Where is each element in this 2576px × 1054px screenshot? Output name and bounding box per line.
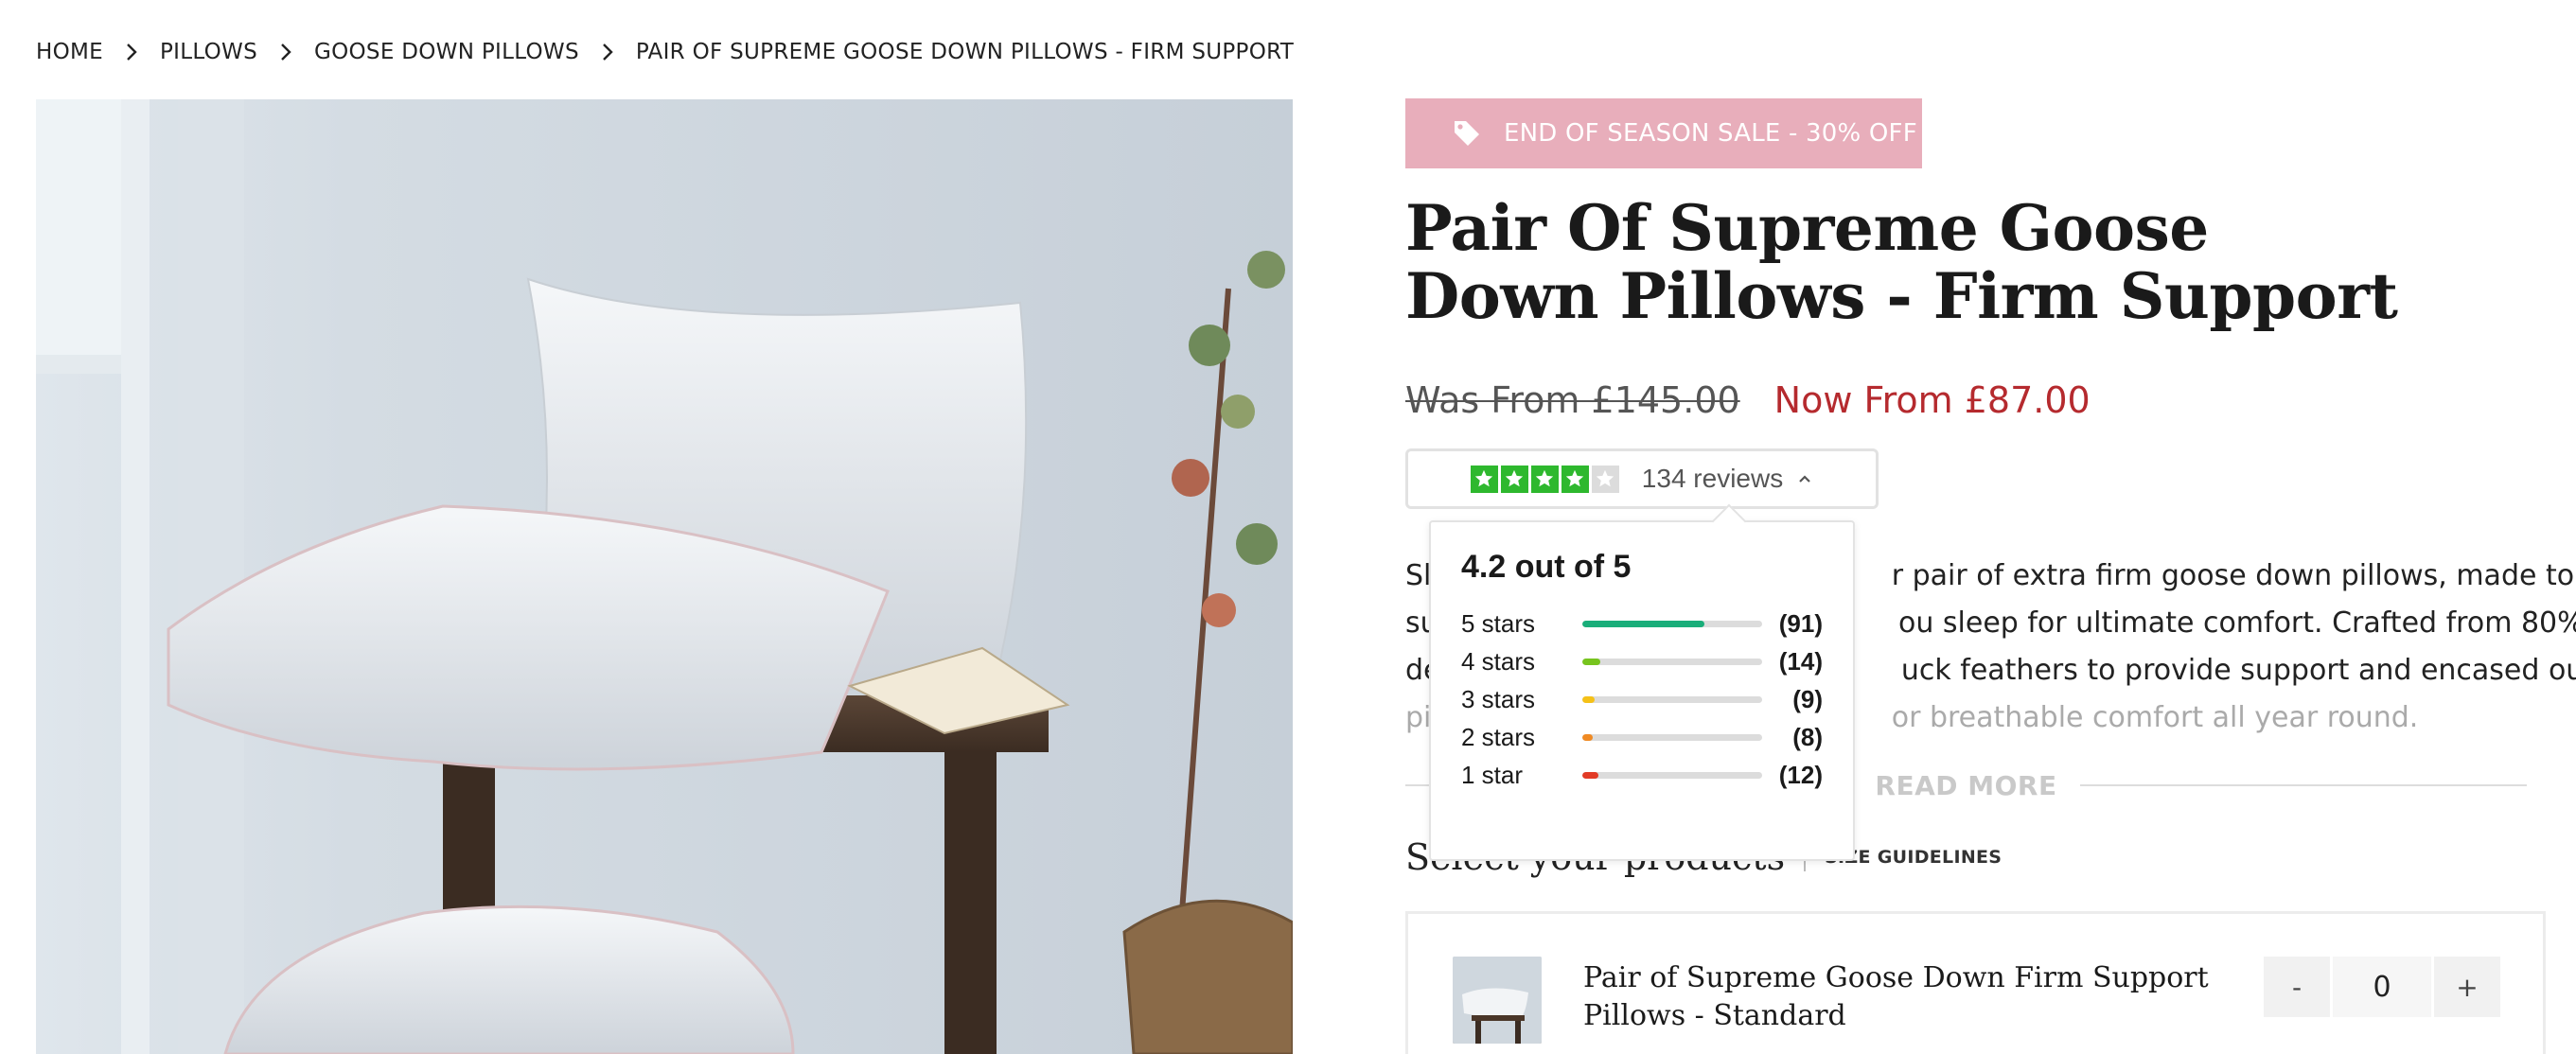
- price-tag-icon: [1453, 119, 1481, 148]
- product-title: Pair Of Supreme Goose Down Pillows - Fir…: [1405, 191, 2398, 333]
- rating-row-bar-fill: [1582, 695, 1596, 703]
- chevron-up-icon: [1796, 470, 1813, 487]
- rating-average: 4.2 out of 5: [1461, 549, 1632, 585]
- rating-row-bar: [1582, 658, 1762, 665]
- breadcrumb-current: PAIR OF SUPREME GOOSE DOWN PILLOWS - FIR…: [635, 40, 1295, 64]
- chevron-right-icon: [579, 38, 636, 66]
- reviews-summary-button[interactable]: 134 reviews: [1405, 448, 1879, 509]
- star-icon: [1530, 465, 1559, 493]
- quantity-stepper: - 0 +: [2264, 957, 2500, 1017]
- price-block: Was From £145.00 Now From £87.00: [1405, 377, 2091, 424]
- rating-row-count: (8): [1792, 722, 1823, 751]
- product-option-name: Pair of Supreme Goose Down Firm Support …: [1583, 961, 2209, 1032]
- rating-row-label: 4 stars: [1461, 646, 1536, 676]
- quantity-decrease-button[interactable]: -: [2264, 957, 2330, 1017]
- reviews-count: 134 reviews: [1641, 464, 1784, 493]
- rating-row-bar-fill: [1582, 620, 1705, 627]
- rating-row[interactable]: 5 stars (91): [1461, 605, 1823, 642]
- rating-row-label: 2 stars: [1461, 722, 1536, 751]
- divider: [2079, 784, 2528, 786]
- chevron-right-icon: [103, 38, 160, 66]
- rating-row-bar: [1582, 695, 1762, 703]
- rating-row-count: (14): [1778, 646, 1823, 676]
- price-now: Now From £87.00: [1773, 379, 2091, 421]
- rating-row[interactable]: 1 star (12): [1461, 756, 1823, 794]
- rating-row-bar: [1582, 733, 1762, 741]
- rating-row-bar: [1582, 620, 1762, 627]
- chevron-right-icon: [257, 38, 314, 66]
- breadcrumb-pillows[interactable]: PILLOWS: [160, 40, 257, 64]
- rating-row[interactable]: 4 stars (14): [1461, 642, 1823, 680]
- product-photo[interactable]: [36, 99, 1293, 1054]
- breadcrumb-home[interactable]: HOME: [36, 40, 103, 64]
- star-empty-icon: [1591, 465, 1619, 493]
- rating-row-bar: [1582, 771, 1762, 779]
- rating-row[interactable]: 2 stars (8): [1461, 718, 1823, 756]
- rating-row[interactable]: 3 stars (9): [1461, 680, 1823, 718]
- read-more-link[interactable]: READ MORE: [1852, 770, 2079, 801]
- rating-row-label: 5 stars: [1461, 608, 1536, 638]
- rating-row-count: (9): [1792, 684, 1823, 713]
- price-was: Was From £145.00: [1405, 379, 1740, 421]
- rating-distribution-popover: 4.2 out of 5 5 stars (91) 4 stars (14) 3 sta…: [1429, 520, 1855, 861]
- star-icon: [1470, 465, 1498, 493]
- pillow-scene-illustration: [36, 99, 1293, 1054]
- rating-row-count: (91): [1778, 608, 1823, 638]
- breadcrumb-goose-down-pillows[interactable]: GOOSE DOWN PILLOWS: [314, 40, 579, 64]
- breadcrumb: HOME PILLOWS GOOSE DOWN PILLOWS PAIR OF …: [36, 36, 1294, 68]
- quantity-input[interactable]: 0: [2333, 957, 2431, 1017]
- rating-row-bar-fill: [1582, 658, 1600, 665]
- rating-row-label: 3 stars: [1461, 684, 1536, 713]
- star-icon: [1500, 465, 1528, 493]
- rating-row-bar-fill: [1582, 733, 1594, 741]
- sale-banner: END OF SEASON SALE - 30% OFF: [1405, 98, 1922, 168]
- rating-row-bar-fill: [1582, 771, 1599, 779]
- product-thumbnail: [1453, 957, 1542, 1044]
- product-option-card: Pair of Supreme Goose Down Firm Support …: [1405, 911, 2546, 1054]
- star-icon: [1561, 465, 1589, 493]
- sale-banner-text: END OF SEASON SALE - 30% OFF: [1504, 119, 1917, 148]
- quantity-increase-button[interactable]: +: [2434, 957, 2500, 1017]
- rating-row-count: (12): [1778, 760, 1823, 789]
- star-rating: [1470, 465, 1619, 493]
- rating-row-label: 1 star: [1461, 760, 1524, 789]
